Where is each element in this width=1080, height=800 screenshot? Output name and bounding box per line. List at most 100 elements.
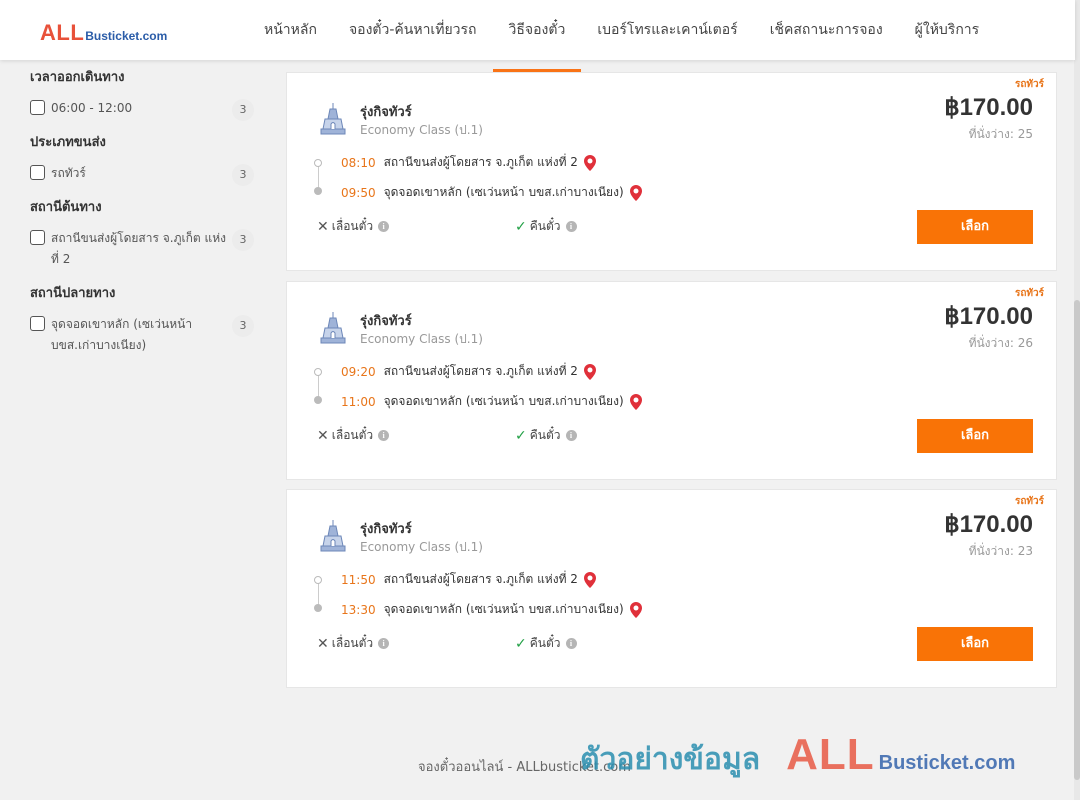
arrival-place: จุดจอดเขาหลัก (เซเว่นหน้า บขส.เก่าบางเนี… bbox=[383, 185, 624, 199]
arrival-dot-icon bbox=[314, 396, 322, 404]
map-pin-icon[interactable] bbox=[583, 571, 596, 588]
page-scrollbar[interactable] bbox=[1074, 0, 1080, 800]
arrival-place: จุดจอดเขาหลัก (เซเว่นหน้า บขส.เก่าบางเนี… bbox=[383, 602, 624, 616]
departure-time: 11:50 bbox=[341, 572, 376, 587]
map-pin-icon[interactable] bbox=[583, 154, 596, 171]
info-icon[interactable]: i bbox=[565, 638, 577, 649]
filter-count-badge: 3 bbox=[232, 164, 254, 186]
ticket-price: ฿170.00 bbox=[944, 303, 1033, 330]
watermark-sample-text: ตัวอย่างข้อมูล bbox=[580, 742, 761, 777]
seats-available: ที่นั่งว่าง: 26 bbox=[968, 336, 1033, 350]
select-trip-button[interactable]: เลือก bbox=[917, 627, 1033, 661]
change-ticket-policy: ✕ เลื่อนตั๋ว i bbox=[317, 426, 390, 445]
departure-place: สถานีขนส่งผู้โดยสาร จ.ภูเก็ต แห่งที่ 2 bbox=[383, 572, 578, 586]
map-pin-icon[interactable] bbox=[629, 601, 642, 618]
filter-option-label[interactable]: รถทัวร์ bbox=[51, 163, 86, 184]
watermark-logo-all: ALL bbox=[786, 730, 875, 779]
operator-name: รุ่งกิจทัวร์ bbox=[360, 314, 412, 329]
filter-count-badge: 3 bbox=[232, 315, 254, 337]
info-icon[interactable]: i bbox=[378, 638, 390, 649]
info-icon[interactable]: i bbox=[378, 221, 390, 232]
scrollbar-thumb[interactable] bbox=[1074, 300, 1080, 780]
filter-option[interactable]: 06:00 - 12:00 3 bbox=[30, 98, 256, 121]
departure-dot-icon bbox=[314, 368, 322, 376]
change-ticket-label: เลื่อนตั๋ว bbox=[331, 219, 374, 233]
filter-transport-type: ประเภทขนส่ง รถทัวร์ 3 bbox=[30, 133, 256, 186]
filter-sidebar: เวลาออกเดินทาง 06:00 - 12:00 3 ประเภทขนส… bbox=[30, 68, 256, 370]
filter-option[interactable]: รถทัวร์ 3 bbox=[30, 163, 256, 186]
map-pin-icon[interactable] bbox=[629, 393, 642, 410]
change-ticket-label: เลื่อนตั๋ว bbox=[331, 636, 374, 650]
nav-check-status[interactable]: เช็คสถานะการจอง bbox=[754, 0, 899, 60]
filter-count-badge: 3 bbox=[232, 99, 254, 121]
refund-ticket-policy: ✓ คืนตั๋ว i bbox=[515, 634, 577, 653]
nav-book-search[interactable]: จองตั๋ว-ค้นหาเที่ยวรถ bbox=[333, 0, 493, 60]
arrival-dot-icon bbox=[314, 604, 322, 612]
not-allowed-icon: ✕ bbox=[317, 635, 329, 652]
refund-ticket-policy: ✓ คืนตั๋ว i bbox=[515, 217, 577, 236]
seats-available: ที่นั่งว่าง: 25 bbox=[968, 127, 1033, 141]
check-icon: ✓ bbox=[515, 218, 527, 235]
trip-card: รถทัวร์ รุ่งกิจทัวร์ Economy Class (ป.1)… bbox=[286, 281, 1057, 480]
departure-stop: 09:20 สถานีขนส่งผู้โดยสาร จ.ภูเก็ต แห่งท… bbox=[341, 362, 596, 381]
filter-checkbox[interactable] bbox=[30, 230, 45, 245]
filter-option[interactable]: สถานีขนส่งผู้โดยสาร จ.ภูเก็ต แห่งที่ 2 3 bbox=[30, 228, 256, 270]
operator-name: รุ่งกิจทัวร์ bbox=[360, 522, 412, 537]
select-trip-button[interactable]: เลือก bbox=[917, 210, 1033, 244]
arrival-dot-icon bbox=[314, 187, 322, 195]
site-logo[interactable]: ALL Busticket.com bbox=[40, 20, 167, 46]
filter-title: สถานีปลายทาง bbox=[30, 286, 116, 301]
info-icon[interactable]: i bbox=[565, 221, 577, 232]
filter-option-label[interactable]: จุดจอดเขาหลัก (เซเว่นหน้า บขส.เก่าบางเนี… bbox=[51, 314, 226, 356]
departure-time: 09:20 bbox=[341, 364, 376, 379]
filter-count-badge: 3 bbox=[232, 229, 254, 251]
arrival-time: 09:50 bbox=[341, 185, 376, 200]
refund-ticket-label: คืนตั๋ว bbox=[529, 219, 561, 233]
filter-checkbox[interactable] bbox=[30, 165, 45, 180]
not-allowed-icon: ✕ bbox=[317, 218, 329, 235]
map-pin-icon[interactable] bbox=[583, 363, 596, 380]
not-allowed-icon: ✕ bbox=[317, 427, 329, 444]
info-icon[interactable]: i bbox=[378, 430, 390, 441]
filter-option-label[interactable]: สถานีขนส่งผู้โดยสาร จ.ภูเก็ต แห่งที่ 2 bbox=[51, 228, 226, 270]
filter-checkbox[interactable] bbox=[30, 316, 45, 331]
trip-card: รถทัวร์ รุ่งกิจทัวร์ Economy Class (ป.1)… bbox=[286, 72, 1057, 271]
filter-origin-station: สถานีต้นทาง สถานีขนส่งผู้โดยสาร จ.ภูเก็ต… bbox=[30, 198, 256, 270]
filter-checkbox[interactable] bbox=[30, 100, 45, 115]
filter-title: เวลาออกเดินทาง bbox=[30, 70, 125, 85]
bus-class: Economy Class (ป.1) bbox=[360, 123, 483, 137]
change-ticket-policy: ✕ เลื่อนตั๋ว i bbox=[317, 634, 390, 653]
arrival-stop: 11:00 จุดจอดเขาหลัก (เซเว่นหน้า บขส.เก่า… bbox=[341, 392, 642, 411]
filter-option[interactable]: จุดจอดเขาหลัก (เซเว่นหน้า บขส.เก่าบางเนี… bbox=[30, 314, 256, 356]
trip-card: รถทัวร์ รุ่งกิจทัวร์ Economy Class (ป.1)… bbox=[286, 489, 1057, 688]
info-icon[interactable]: i bbox=[565, 430, 577, 441]
operator-logo-icon bbox=[320, 520, 346, 552]
select-trip-button[interactable]: เลือก bbox=[917, 419, 1033, 453]
operator-logo-icon bbox=[320, 312, 346, 344]
arrival-stop: 09:50 จุดจอดเขาหลัก (เซเว่นหน้า บขส.เก่า… bbox=[341, 183, 642, 202]
nav-how-to-book[interactable]: วิธีจองตั๋ว bbox=[492, 0, 582, 72]
nav-home[interactable]: หน้าหลัก bbox=[248, 0, 333, 60]
departure-stop: 08:10 สถานีขนส่งผู้โดยสาร จ.ภูเก็ต แห่งท… bbox=[341, 153, 596, 172]
map-pin-icon[interactable] bbox=[629, 184, 642, 201]
logo-rest-text: Busticket.com bbox=[85, 29, 168, 43]
sample-data-watermark: ตัวอย่างข้อมูล ALL Busticket.com bbox=[580, 730, 1015, 783]
top-header: ALL Busticket.com หน้าหลัก จองตั๋ว-ค้นหา… bbox=[0, 0, 1075, 72]
filter-title: สถานีต้นทาง bbox=[30, 200, 102, 215]
bus-type-badge: รถทัวร์ bbox=[1014, 496, 1044, 507]
nav-operators[interactable]: ผู้ให้บริการ bbox=[899, 0, 996, 60]
operator-name: รุ่งกิจทัวร์ bbox=[360, 105, 412, 120]
nav-phone-counters[interactable]: เบอร์โทรและเคาน์เตอร์ bbox=[581, 0, 753, 60]
bus-type-badge: รถทัวร์ bbox=[1014, 288, 1044, 299]
bus-type-badge: รถทัวร์ bbox=[1014, 79, 1044, 90]
refund-ticket-label: คืนตั๋ว bbox=[529, 428, 561, 442]
bus-class: Economy Class (ป.1) bbox=[360, 332, 483, 346]
filter-destination-station: สถานีปลายทาง จุดจอดเขาหลัก (เซเว่นหน้า บ… bbox=[30, 284, 256, 356]
departure-place: สถานีขนส่งผู้โดยสาร จ.ภูเก็ต แห่งที่ 2 bbox=[383, 364, 578, 378]
filter-option-label[interactable]: 06:00 - 12:00 bbox=[51, 98, 132, 119]
refund-ticket-policy: ✓ คืนตั๋ว i bbox=[515, 426, 577, 445]
arrival-time: 13:30 bbox=[341, 602, 376, 617]
operator-logo-icon bbox=[320, 103, 346, 135]
filter-departure-time: เวลาออกเดินทาง 06:00 - 12:00 3 bbox=[30, 68, 256, 121]
logo-all-text: ALL bbox=[40, 20, 85, 45]
